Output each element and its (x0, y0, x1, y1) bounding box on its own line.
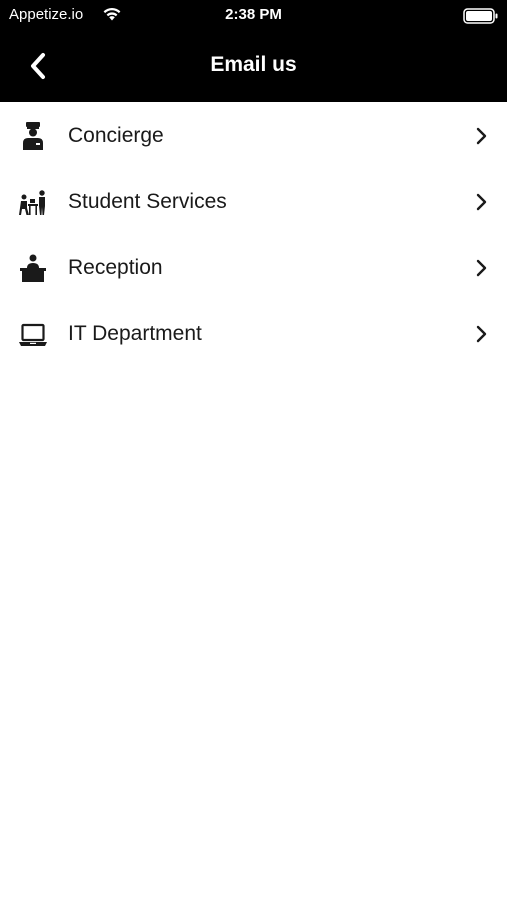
list-item-label: Student Services (68, 190, 227, 213)
chevron-right-icon (476, 193, 487, 211)
list-item-label: IT Department (68, 322, 202, 345)
nav-bar: Email us (0, 30, 507, 102)
list-item-concierge[interactable]: Concierge (0, 102, 507, 168)
status-bar: Appetize.io 2:38 PM (0, 0, 507, 30)
chevron-right-icon (476, 259, 487, 277)
student-services-icon (19, 190, 45, 215)
list-item-it-department[interactable]: IT Department (0, 300, 507, 366)
chevron-right-icon (476, 127, 487, 145)
reception-icon (20, 254, 46, 282)
battery-icon (463, 8, 498, 24)
page-title: Email us (210, 53, 297, 76)
chevron-right-icon (476, 325, 487, 343)
concierge-icon (23, 122, 43, 150)
status-time: 2:38 PM (225, 6, 282, 23)
contact-list: Concierge Student Services Reception IT … (0, 102, 507, 366)
list-item-label: Reception (68, 256, 163, 279)
list-item-reception[interactable]: Reception (0, 234, 507, 300)
header: Appetize.io 2:38 PM Email us (0, 0, 507, 102)
list-item-label: Concierge (68, 124, 164, 147)
email-us-screen: Appetize.io 2:38 PM Email us Concierge S… (0, 0, 507, 900)
list-item-student-services[interactable]: Student Services (0, 168, 507, 234)
laptop-icon (19, 323, 47, 346)
